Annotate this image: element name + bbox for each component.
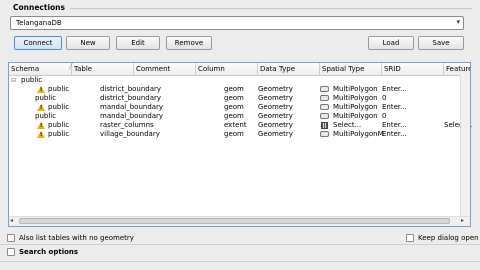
column-header-spatial-type[interactable]: Spatial Type <box>320 63 382 75</box>
column-header-feature-id[interactable]: Feature i <box>444 63 470 75</box>
keep-dialog-open-label: Keep dialog open <box>418 234 479 242</box>
group-divider <box>70 8 472 9</box>
vertical-scrollbar[interactable] <box>460 75 470 218</box>
group-label: public <box>21 76 43 84</box>
divider <box>0 244 480 245</box>
scroll-right-icon[interactable]: ▸ <box>461 217 464 224</box>
cell-schema: public <box>35 94 57 102</box>
divider <box>0 261 480 262</box>
cell-spatial-type[interactable]: MultiPolygonM <box>333 130 384 139</box>
cell-srid[interactable]: Enter... <box>382 103 407 112</box>
column-header-srid[interactable]: SRID <box>382 63 444 75</box>
cell-srid[interactable]: 0 <box>382 112 386 121</box>
cell-table: district_boundary <box>100 94 162 102</box>
cell-column: geom <box>224 85 244 93</box>
table-header: Schema ╱ Table Comment Column Data Type … <box>9 63 470 76</box>
load-button[interactable]: Load <box>368 36 414 50</box>
cell-schema: public <box>48 130 70 138</box>
cell-data-type: Geometry <box>258 121 293 129</box>
table-row[interactable]: ! public village_boundary geom Geometry … <box>9 130 459 139</box>
table-row[interactable]: ! public raster_columns extent Geometry … <box>9 121 472 130</box>
connections-group-title: Connections <box>13 3 65 12</box>
horizontal-scroll-thumb[interactable] <box>19 218 450 224</box>
cell-column: geom <box>224 94 244 102</box>
remove-button[interactable]: Remove <box>166 36 212 50</box>
cell-data-type: Geometry <box>258 94 293 102</box>
cell-column: extent <box>224 121 247 129</box>
table-row[interactable]: public mandal_boundary geom Geometry Mul… <box>9 112 459 121</box>
cell-schema: public <box>48 85 70 93</box>
connection-select-value: TelanganaDB <box>16 19 62 27</box>
cell-table: district_boundary <box>100 85 162 93</box>
cell-data-type: Geometry <box>258 130 293 138</box>
raster-icon <box>321 122 328 129</box>
column-header-table[interactable]: Table <box>72 63 134 75</box>
cell-srid[interactable]: 0 <box>382 94 386 103</box>
cell-schema: public <box>48 121 70 129</box>
cell-spatial-type[interactable]: MultiPolygon <box>333 103 378 112</box>
cell-schema: public <box>48 103 70 111</box>
connection-select[interactable]: TelanganaDB ▾ <box>10 16 464 30</box>
polygon-icon <box>320 86 329 92</box>
cell-srid[interactable]: Enter... <box>382 121 407 130</box>
column-header-data-type[interactable]: Data Type <box>258 63 320 75</box>
search-options-label[interactable]: Search options <box>19 248 78 256</box>
cell-data-type: Geometry <box>258 103 293 111</box>
list-no-geometry-label: Also list tables with no geometry <box>19 234 134 242</box>
cell-column: geom <box>224 112 244 120</box>
cell-spatial-type[interactable]: MultiPolygon <box>333 85 378 94</box>
polygon-icon <box>320 95 329 101</box>
column-header-comment[interactable]: Comment <box>134 63 196 75</box>
save-button[interactable]: Save <box>418 36 464 50</box>
cell-data-type: Geometry <box>258 112 293 120</box>
column-header-schema[interactable]: Schema <box>9 63 72 75</box>
tree-group-public[interactable]: ⊟ public <box>9 76 459 85</box>
column-header-column[interactable]: Column <box>196 63 258 75</box>
polygon-icon <box>320 104 329 110</box>
chevron-down-icon: ▾ <box>456 18 460 26</box>
cell-table: village_boundary <box>100 130 160 138</box>
cell-column: geom <box>224 103 244 111</box>
cell-table: raster_columns <box>100 121 154 129</box>
polygon-icon <box>320 113 329 119</box>
cell-spatial-type[interactable]: Select... <box>333 121 361 130</box>
edit-button[interactable]: Edit <box>116 36 160 50</box>
table-row[interactable]: ! public district_boundary geom Geometry… <box>9 85 459 94</box>
connect-button[interactable]: Connect <box>14 36 62 50</box>
collapse-icon[interactable]: ⊟ <box>11 76 16 85</box>
cell-schema: public <box>35 112 57 120</box>
cell-table: mandal_boundary <box>100 112 164 120</box>
cell-table: mandal_boundary <box>100 103 164 111</box>
keep-dialog-open-checkbox[interactable] <box>406 234 414 242</box>
cell-column: geom <box>224 130 244 138</box>
cell-data-type: Geometry <box>258 85 293 93</box>
table-row[interactable]: public district_boundary geom Geometry M… <box>9 94 459 103</box>
polygon-icon <box>320 131 329 137</box>
search-options-toggle[interactable] <box>7 248 15 256</box>
horizontal-scrollbar[interactable]: ◂ ▸ <box>9 216 470 226</box>
cell-srid[interactable]: Enter... <box>382 130 407 139</box>
new-button[interactable]: New <box>66 36 110 50</box>
cell-spatial-type[interactable]: MultiPolygon <box>333 112 378 121</box>
table-row[interactable]: ! public mandal_boundary geom Geometry M… <box>9 103 459 112</box>
list-no-geometry-checkbox[interactable] <box>7 234 15 242</box>
scroll-left-icon[interactable]: ◂ <box>10 217 13 224</box>
cell-srid[interactable]: Enter... <box>382 85 407 94</box>
tables-tree-view[interactable]: Schema ╱ Table Comment Column Data Type … <box>8 62 472 227</box>
cell-spatial-type[interactable]: MultiPolygon <box>333 94 378 103</box>
